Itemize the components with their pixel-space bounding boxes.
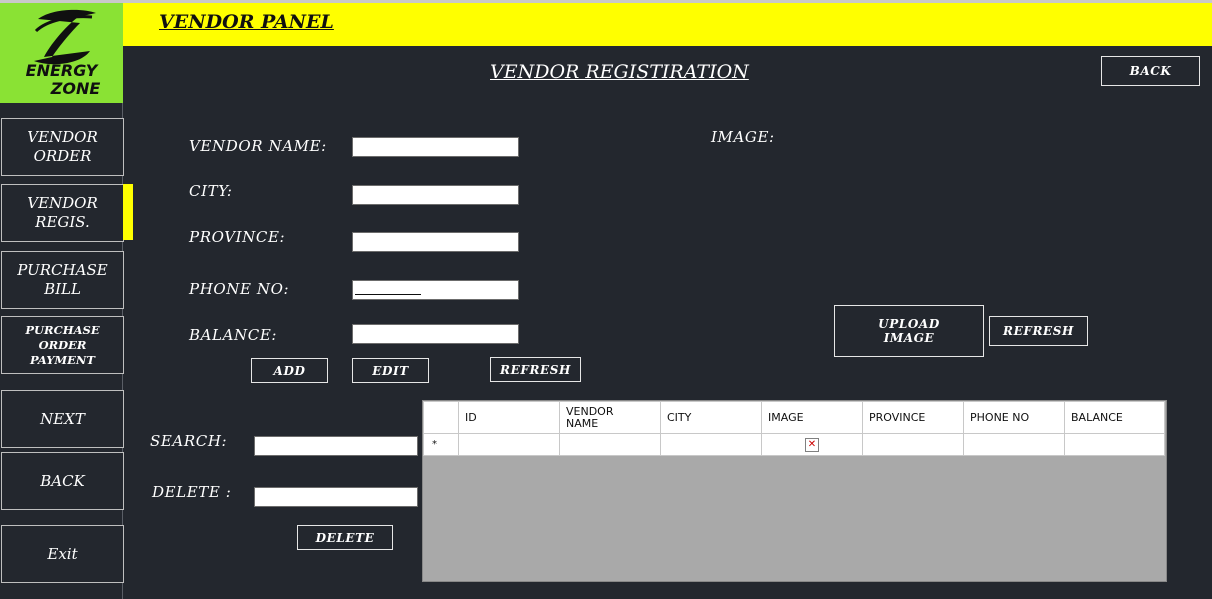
table-cell-province[interactable] <box>862 433 964 456</box>
logo-text-zone: ZONE <box>50 79 101 98</box>
image-preview <box>780 130 1100 295</box>
back-button-label: BACK <box>1129 64 1172 78</box>
table-cell-phone-no[interactable] <box>963 433 1065 456</box>
search-label: SEARCH: <box>150 432 228 450</box>
active-item-indicator <box>123 184 133 240</box>
phone-no-label: PHONE NO: <box>189 280 290 298</box>
table-cell-vendor-name[interactable] <box>559 433 661 456</box>
sidebar-exit-button[interactable]: Exit <box>1 525 124 583</box>
sidebar-back-button[interactable]: BACK <box>1 452 124 510</box>
add-button-label: ADD <box>273 363 306 378</box>
column-header-balance[interactable]: BALANCE <box>1064 401 1165 434</box>
sidebar-item-label: PURCHASE ORDER PAYMENT <box>25 322 100 367</box>
table-cell-id[interactable] <box>458 433 560 456</box>
delete-button-label: DELETE <box>315 530 375 545</box>
column-header-id[interactable]: ID <box>458 401 560 434</box>
row-header-corner <box>423 401 459 434</box>
sidebar-item-label: PURCHASE BILL <box>17 261 108 298</box>
vendor-name-input[interactable] <box>352 137 519 157</box>
upload-image-button-label: UPLOAD IMAGE <box>878 317 940 345</box>
search-input[interactable] <box>254 436 418 456</box>
delete-input[interactable] <box>254 487 418 507</box>
energy-zone-logo-mark <box>34 9 96 65</box>
sidebar-item-label: BACK <box>40 471 85 490</box>
balance-label: BALANCE: <box>189 326 278 344</box>
image-refresh-button-label: REFRESH <box>1003 324 1074 338</box>
energy-zone-logo: ENERGY ZONE <box>0 3 123 103</box>
column-header-city[interactable]: CITY <box>660 401 762 434</box>
column-header-province[interactable]: PROVINCE <box>862 401 964 434</box>
city-input[interactable] <box>352 185 519 205</box>
edit-button[interactable]: EDIT <box>352 358 429 383</box>
phone-no-input[interactable] <box>352 280 519 300</box>
delete-button[interactable]: DELETE <box>297 525 393 550</box>
sidebar-item-label: VENDOR ORDER <box>27 128 98 165</box>
phone-mask-underline <box>355 294 421 295</box>
city-label: CITY: <box>189 182 233 200</box>
table-cell-image[interactable]: ✕ <box>761 433 863 456</box>
phone-no-field <box>352 280 519 300</box>
edit-button-label: EDIT <box>372 363 409 378</box>
refresh-button[interactable]: REFRESH <box>490 357 581 382</box>
column-header-phone-no[interactable]: PHONE NO <box>963 401 1065 434</box>
column-header-vendor-name-label: VENDOR NAME <box>566 404 614 430</box>
back-button[interactable]: BACK <box>1101 56 1200 86</box>
table-row[interactable]: * ✕ <box>423 433 1165 456</box>
vendor-name-label: VENDOR NAME: <box>189 137 327 155</box>
new-row-marker: * <box>423 433 459 456</box>
table-header-row: ID VENDOR NAME CITY IMAGE PROVINCE PHONE… <box>423 401 1165 434</box>
page-title: VENDOR PANEL <box>159 11 334 33</box>
province-input[interactable] <box>352 232 519 252</box>
province-label: PROVINCE: <box>189 228 286 246</box>
sidebar-item-purchase-order-payment[interactable]: PURCHASE ORDER PAYMENT <box>1 316 124 374</box>
header-bar: VENDOR PANEL <box>123 3 1212 46</box>
sidebar-item-label: NEXT <box>40 409 85 428</box>
sidebar-next-button[interactable]: NEXT <box>1 390 124 448</box>
sidebar-item-label: VENDOR REGIS. <box>27 194 98 231</box>
column-header-vendor-name[interactable]: VENDOR NAME <box>559 401 661 434</box>
form-title: VENDOR REGISTIRATION <box>490 61 749 83</box>
column-header-image[interactable]: IMAGE <box>761 401 863 434</box>
broken-image-icon: ✕ <box>805 438 819 452</box>
sidebar-item-vendor-order[interactable]: VENDOR ORDER <box>1 118 124 176</box>
refresh-button-label: REFRESH <box>500 362 571 377</box>
delete-label: DELETE : <box>152 483 232 501</box>
image-refresh-button[interactable]: REFRESH <box>989 316 1088 346</box>
add-button[interactable]: ADD <box>251 358 328 383</box>
sidebar-item-label: Exit <box>47 544 78 563</box>
table-cell-balance[interactable] <box>1064 433 1165 456</box>
logo-text-energy: ENERGY <box>25 61 98 80</box>
table-cell-city[interactable] <box>660 433 762 456</box>
vendor-table: ID VENDOR NAME CITY IMAGE PROVINCE PHONE… <box>423 401 1165 456</box>
sidebar-item-vendor-regis[interactable]: VENDOR REGIS. <box>1 184 124 242</box>
balance-input[interactable] <box>352 324 519 344</box>
vendor-data-grid[interactable]: ID VENDOR NAME CITY IMAGE PROVINCE PHONE… <box>422 400 1167 582</box>
sidebar-item-purchase-bill[interactable]: PURCHASE BILL <box>1 251 124 309</box>
upload-image-button[interactable]: UPLOAD IMAGE <box>834 305 984 357</box>
image-label: IMAGE: <box>711 128 775 146</box>
